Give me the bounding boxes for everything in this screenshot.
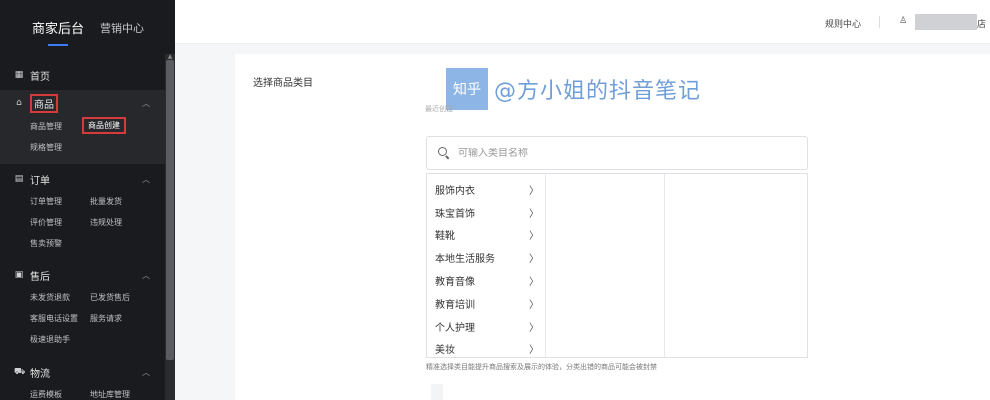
sidebar-item-label: 首页 [30, 71, 50, 83]
sidebar-subitem-goods-manage[interactable]: 商品管理 [30, 121, 62, 132]
recent-created-label[interactable]: 最近创建 [425, 104, 453, 114]
sidebar-item-goods[interactable]: ⌂ 商品 [14, 93, 58, 113]
sidebar-subitem-freight-template[interactable]: 运费模板 [30, 389, 62, 400]
category-search-input[interactable] [458, 147, 788, 159]
category-label: 美妆 [435, 345, 455, 357]
page-title: 选择商品类目 [253, 78, 313, 89]
grid-icon: ▦ [14, 70, 24, 80]
sidebar-subitem-violation[interactable]: 违规处理 [90, 217, 122, 228]
sidebar-subitem-phone-setting[interactable]: 客服电话设置 [30, 313, 78, 324]
column-divider [664, 174, 665, 357]
footer-placeholder [431, 384, 443, 400]
chevron-right-icon: 〉 [529, 277, 539, 289]
chevron-right-icon: 〉 [529, 299, 539, 311]
category-item[interactable]: 本地生活服务 〉 [427, 246, 545, 269]
category-label: 教育音像 [435, 277, 475, 289]
category-label: 教育培训 [435, 299, 475, 311]
watermark: 知乎 @方小姐的抖音笔记 [446, 68, 701, 110]
shop-name-redacted[interactable] [915, 14, 977, 30]
box-icon: ▣ [14, 270, 24, 280]
category-label: 珠宝首饰 [435, 208, 475, 220]
chevron-right-icon: 〉 [529, 208, 539, 220]
category-label: 个人护理 [435, 322, 475, 334]
category-label: 本地生活服务 [435, 254, 495, 266]
sidebar-subitem-sale-warning[interactable]: 售卖预警 [30, 238, 62, 249]
category-panel: 选择商品类目 知乎 @方小姐的抖音笔记 最近创建 服饰内衣〉 珠宝首饰〉 鞋靴〉… [235, 54, 990, 400]
category-item[interactable]: 美妆 〉 [427, 338, 545, 361]
sidebar-subitem-fast-refund[interactable]: 极速退助手 [30, 334, 70, 345]
category-item[interactable]: 鞋靴 〉 [427, 224, 545, 247]
document-icon: ▤ [14, 174, 24, 184]
sidebar-subitem-batch-ship[interactable]: 批量发货 [90, 196, 122, 207]
chevron-right-icon: 〉 [529, 322, 539, 334]
brand-title[interactable]: 商家后台 [32, 18, 84, 37]
sidebar: 商家后台 营销中心 ▦ 首页 ⌂ 商品 ︿ 商品管理 商品创建 规格管理 ▤ 订… [0, 0, 175, 400]
sidebar-item-logistics[interactable]: ⛟ 物流 [14, 365, 50, 380]
category-hint: 精准选择类目能提升商品搜索及展示的体验，分类出错的商品可能会被封禁 [426, 363, 657, 371]
watermark-text: @方小姐的抖音笔记 [494, 79, 702, 104]
sidebar-item-label: 订单 [30, 175, 50, 187]
sidebar-item-aftersale[interactable]: ▣ 售后 [14, 268, 50, 283]
sidebar-subitem-address-library[interactable]: 地址库管理 [90, 389, 130, 400]
divider [879, 16, 880, 28]
category-list-level1: 服饰内衣〉 珠宝首饰〉 鞋靴〉 本地生活服务〉 教育音像〉 教育培训〉 个人护理… [427, 178, 545, 360]
chevron-right-icon: 〉 [529, 345, 539, 357]
truck-icon: ⛟ [14, 367, 26, 377]
rules-center-link[interactable]: 规则中心 [825, 17, 861, 30]
top-bar: 规则中心 ♙ 店 [175, 0, 990, 44]
sidebar-subitem-review-manage[interactable]: 评价管理 [30, 217, 62, 228]
sidebar-subitem-shipped-aftersale[interactable]: 已发货售后 [90, 292, 130, 303]
sidebar-scrollbar[interactable]: ▲ [165, 54, 175, 400]
sidebar-item-label: 物流 [30, 368, 50, 380]
category-item[interactable]: 个人护理 〉 [427, 315, 545, 338]
house-icon: ⌂ [16, 98, 22, 108]
chevron-right-icon: 〉 [529, 254, 539, 266]
sidebar-item-orders[interactable]: ▤ 订单 [14, 172, 50, 187]
chevron-up-icon[interactable]: ︿ [142, 174, 150, 185]
sidebar-subitem-order-manage[interactable]: 订单管理 [30, 196, 62, 207]
sidebar-subitem-unshipped-refund[interactable]: 未发货退款 [30, 292, 70, 303]
sidebar-subitem-service-request[interactable]: 服务请求 [90, 313, 122, 324]
category-selector: 服饰内衣〉 珠宝首饰〉 鞋靴〉 本地生活服务〉 教育音像〉 教育培训〉 个人护理… [426, 173, 808, 358]
sidebar-subitem-spec-manage[interactable]: 规格管理 [30, 142, 62, 153]
shop-name-suffix[interactable]: 店 [977, 17, 986, 30]
search-icon [438, 147, 450, 159]
category-item[interactable]: 教育音像 〉 [427, 269, 545, 292]
category-label: 服饰内衣 [435, 185, 475, 197]
category-item[interactable]: 教育培训 〉 [427, 292, 545, 315]
sidebar-scroll-thumb[interactable] [166, 60, 174, 360]
chevron-up-icon[interactable]: ︿ [142, 367, 150, 378]
brand-underline [48, 44, 68, 46]
sidebar-item-home[interactable]: ▦ 首页 [14, 68, 50, 83]
marketing-center-link[interactable]: 营销中心 [100, 20, 144, 36]
category-label: 鞋靴 [435, 231, 455, 243]
sidebar-item-label: 售后 [30, 271, 50, 283]
chevron-up-icon[interactable]: ︿ [142, 270, 150, 281]
chevron-right-icon: 〉 [529, 231, 539, 243]
chevron-up-icon[interactable]: ︿ [142, 98, 150, 109]
category-item[interactable]: 珠宝首饰 〉 [427, 201, 545, 224]
category-item[interactable]: 服饰内衣 〉 [427, 178, 545, 201]
category-search[interactable] [426, 136, 808, 170]
sidebar-header: 商家后台 营销中心 [0, 0, 175, 54]
user-icon: ♙ [899, 16, 908, 26]
sidebar-item-label: 商品 [30, 93, 58, 113]
column-divider [545, 174, 546, 357]
chevron-right-icon: 〉 [529, 185, 539, 197]
sidebar-subitem-goods-create[interactable]: 商品创建 [82, 117, 126, 134]
